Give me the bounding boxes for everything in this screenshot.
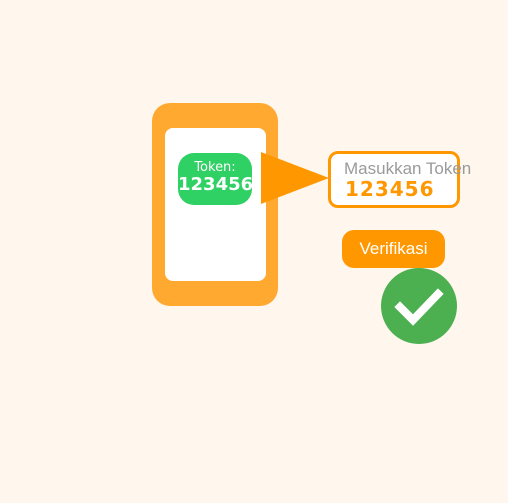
- token-verification-diagram: Token: 123456 Masukkan Token 123456 Veri…: [0, 0, 508, 503]
- phone-illustration: Token: 123456: [152, 103, 278, 306]
- phone-screen: Token: 123456: [165, 128, 266, 281]
- token-badge: Token: 123456: [178, 153, 254, 205]
- arrow-right-icon: [261, 152, 329, 204]
- check-circle-icon: [381, 268, 457, 344]
- token-label: Token:: [194, 160, 236, 175]
- token-input-placeholder: Masukkan Token: [344, 159, 472, 178]
- verify-button[interactable]: Verifikasi: [342, 230, 445, 268]
- token-code: 123456: [178, 174, 254, 195]
- token-input-value: 123456: [345, 177, 435, 201]
- token-input-field[interactable]: Masukkan Token 123456: [328, 151, 471, 208]
- check-circle-bg: [381, 268, 457, 344]
